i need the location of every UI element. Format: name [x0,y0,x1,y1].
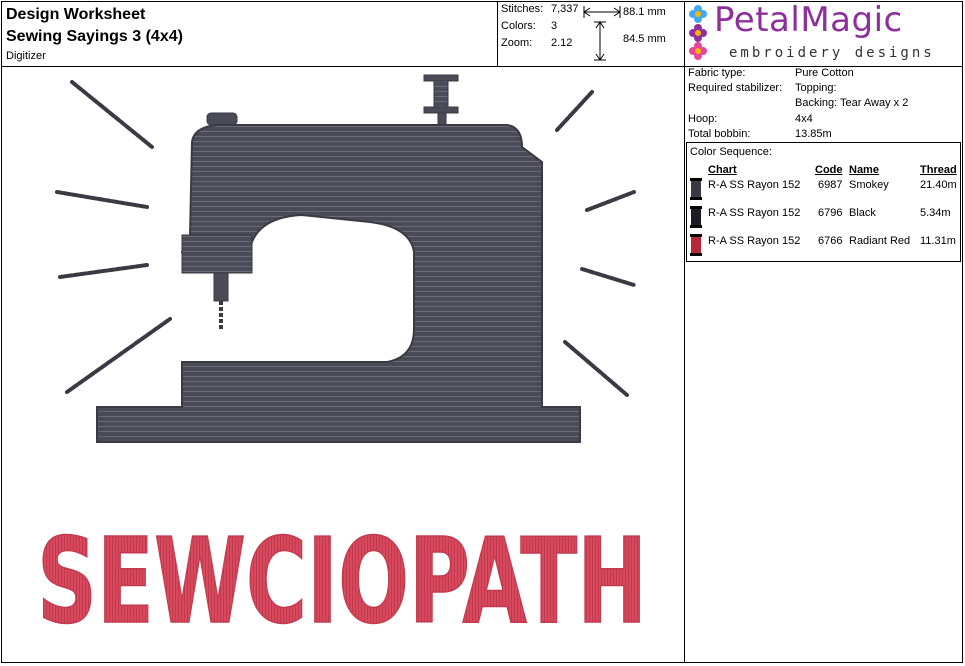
brand-name: PetalMagic [714,0,903,40]
thread-spool-icon [690,206,702,228]
zoom-value: 2.12 [551,37,573,49]
col-header-thread: Thread [920,164,957,176]
backing-value: Backing: Tear Away x 2 [795,97,909,109]
row3-thread: 11.31m [920,235,956,247]
stitches-value: 7,337 [551,3,579,15]
row2-chart: R-A SS Rayon 152 [708,207,801,219]
row3-chart: R-A SS Rayon 152 [708,235,801,247]
col-header-chart: Chart [708,164,737,176]
col-header-name: Name [849,164,879,176]
design-width: 88.1 mm [623,6,666,18]
fabric-label: Fabric type: [688,67,746,79]
zoom-label: Zoom: [501,37,533,49]
row2-code: 6796 [818,207,843,219]
row2-thread: 5.34m [920,207,951,219]
col-header-code: Code [815,164,843,176]
row3-code: 6766 [818,235,843,247]
design-preview: SEWCIOPATH [36,74,648,651]
bobbin-value: 13.85m [795,128,832,140]
row1-name: Smokey [849,179,889,191]
stitches-label: Stitches: [501,3,544,15]
hoop-label: Hoop: [688,113,718,125]
bobbin-label: Total bobbin: [688,128,751,140]
topping-value: Topping: [795,82,837,94]
row3-name: Radiant Red [849,235,911,247]
thread-spool-icon [690,234,702,256]
color-sequence-title: Color Sequence: [690,146,772,158]
row1-code: 6987 [818,179,843,191]
flower-logo-icon [689,5,707,60]
stats-divider-right [684,1,685,663]
row2-name: Black [849,207,876,219]
stabilizer-label: Required stabilizer: [688,82,783,94]
design-name: Sewing Sayings 3 (4x4) [6,28,183,45]
design-word: SEWCIOPATH [37,512,647,650]
brand-tagline: embroidery designs [729,45,935,61]
digitizer-label: Digitizer [6,50,46,62]
fabric-value: Pure Cotton [795,67,854,79]
hoop-value: 4x4 [795,113,813,125]
design-height: 84.5 mm [623,33,666,45]
stats-divider-left [497,1,498,66]
colors-value: 3 [551,20,558,32]
colors-label: Colors: [501,20,536,32]
row1-chart: R-A SS Rayon 152 [708,179,801,191]
thread-spool-icon [690,178,702,200]
worksheet-title: Design Worksheet [6,6,146,23]
row1-thread: 21.40m [920,179,957,191]
sewing-machine-graphic [96,74,581,443]
dimension-arrows-icon [583,6,621,61]
